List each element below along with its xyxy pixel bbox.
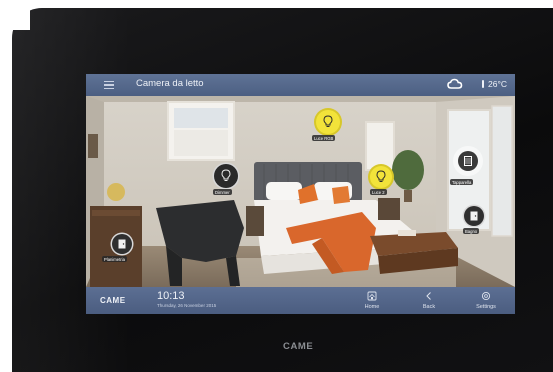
shutter-hotspot[interactable]: Tapparella <box>450 146 492 192</box>
home-button[interactable]: Home <box>352 289 392 313</box>
home-label: Home <box>364 304 380 310</box>
floorplan-hotspot[interactable]: Planimetria <box>102 234 142 268</box>
thermometer-icon <box>482 80 484 88</box>
settings-button[interactable]: Settings <box>466 289 506 313</box>
menu-icon[interactable] <box>104 81 114 89</box>
cloud-icon <box>447 78 463 89</box>
hotspot-label: Luce RGB <box>312 135 336 141</box>
back-button[interactable]: Back <box>409 289 449 313</box>
hotspot-label: Luce 2 <box>370 189 387 195</box>
top-bar: Camera da letto 26°C <box>86 74 515 96</box>
date-text: Thursday, 26 November 2015 <box>157 303 217 308</box>
bathroom-hotspot[interactable]: Bagno <box>460 206 494 240</box>
settings-icon <box>481 291 491 301</box>
room-title: Camera da letto <box>136 78 204 89</box>
light-rgb-hotspot[interactable]: Luce RGB <box>312 110 356 146</box>
touch-screen: Camera da letto 26°C Luce RGB Dimmer Luc… <box>86 74 515 314</box>
hotspot-label: Bagno <box>463 228 480 234</box>
back-icon <box>426 292 431 300</box>
hotspot-label: Tapparella <box>450 179 474 185</box>
hotspot-label: Dimmer <box>213 189 232 195</box>
device-logo: CAME <box>283 341 314 352</box>
clock: 10:13 <box>157 290 185 302</box>
dimmer-hotspot[interactable]: Dimmer <box>210 164 250 200</box>
temperature-readout: 26°C <box>488 79 507 89</box>
background-corner <box>0 0 30 30</box>
back-label: Back <box>422 304 436 310</box>
home-icon <box>367 291 377 301</box>
hotspot-label: Planimetria <box>102 256 127 262</box>
settings-label: Settings <box>476 304 496 310</box>
bottom-bar: CAME 10:13 Thursday, 26 November 2015 Ho… <box>86 287 515 314</box>
light-2-hotspot[interactable]: Luce 2 <box>368 166 404 200</box>
brand-logo: CAME <box>100 296 126 305</box>
